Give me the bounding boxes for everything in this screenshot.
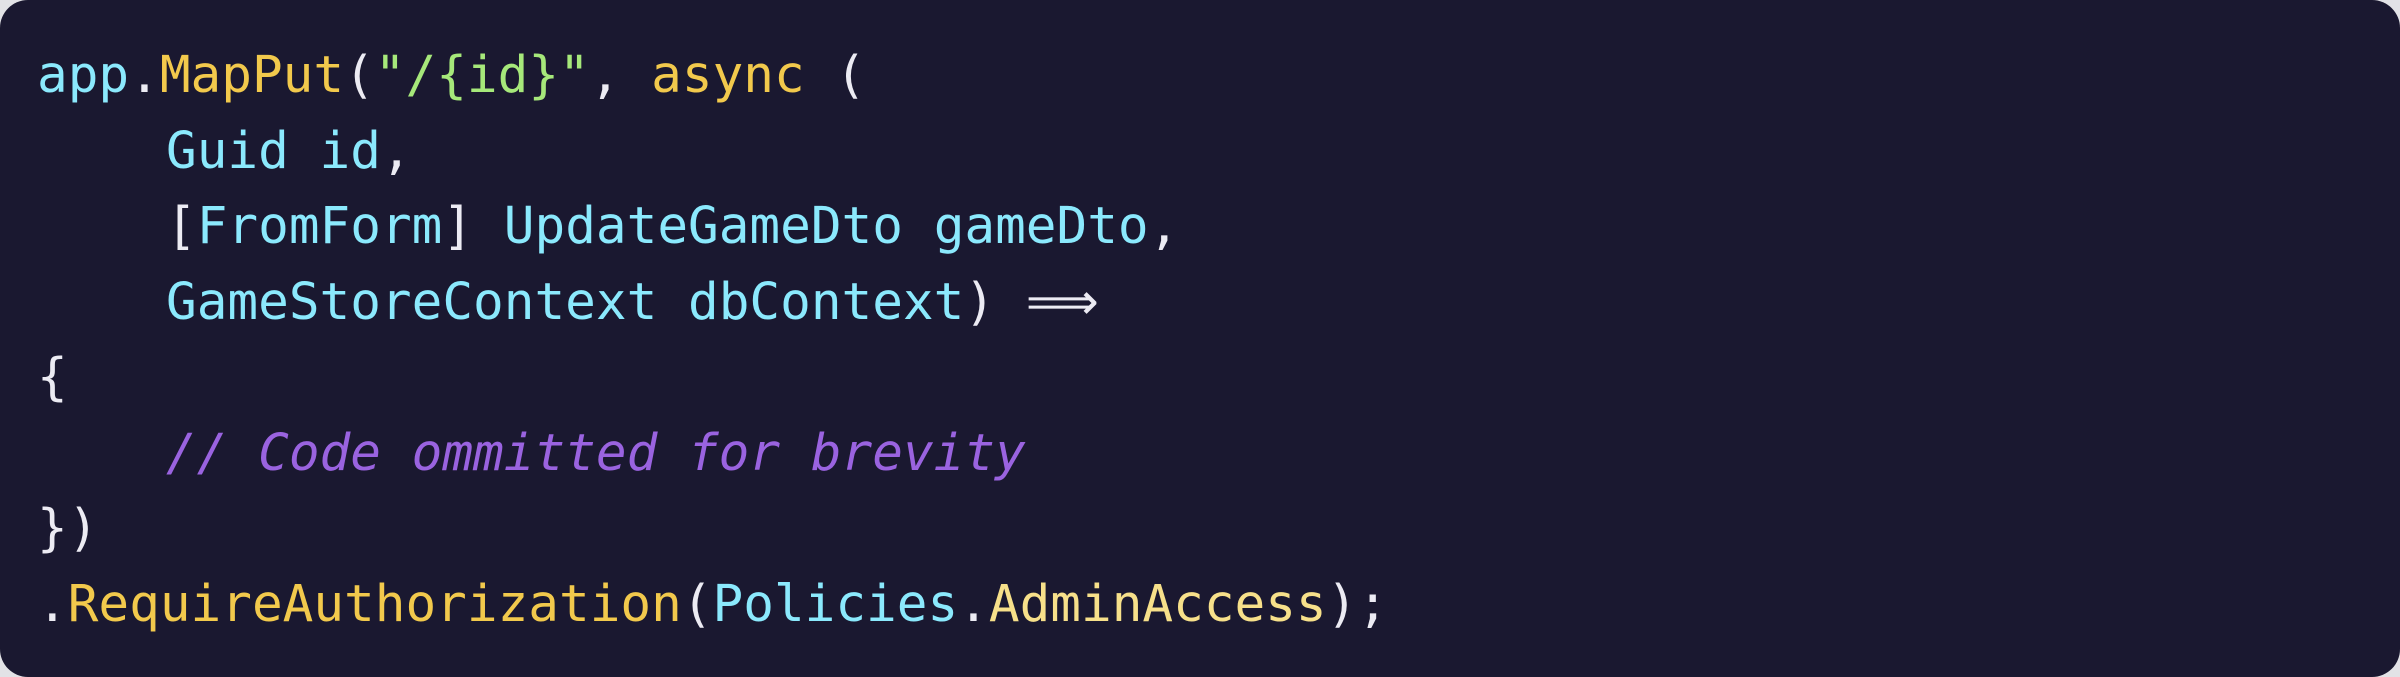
lambda-arrow-token: ⟹: [1025, 272, 1099, 332]
member-adminaccess: AdminAccess: [988, 574, 1327, 634]
param-gamedto: gameDto: [933, 197, 1149, 256]
comma-token: ,: [589, 46, 621, 105]
dot-token: .: [37, 574, 68, 634]
lambda-open-paren: (: [835, 46, 867, 105]
code-block: app.MapPut("/{id}", async ( Guid id, [Fr…: [0, 0, 2400, 677]
close-bracket-token: ]: [442, 197, 474, 256]
class-policies: Policies: [712, 574, 959, 634]
method-mapput: MapPut: [159, 46, 345, 105]
type-gamestorecontext: GameStoreContext: [166, 272, 658, 332]
code-line-6: // Code ommitted for brevity: [37, 416, 2400, 492]
open-paren-token: (: [681, 574, 713, 634]
comma-token: ,: [1148, 197, 1180, 256]
dot-token: .: [129, 46, 160, 105]
code-line-8: .RequireAuthorization(Policies.AdminAcce…: [37, 567, 2400, 643]
param-id: id: [319, 121, 381, 181]
code-line-5: {: [37, 340, 2400, 416]
code-line-1: app.MapPut("/{id}", async (: [37, 38, 2400, 114]
code-comment: // Code ommitted for brevity: [166, 423, 1026, 483]
method-requireauthorization: RequireAuthorization: [67, 574, 682, 634]
param-dbcontext: dbContext: [688, 272, 965, 332]
close-paren-token: ): [964, 272, 996, 332]
attribute-fromform: FromForm: [196, 197, 443, 256]
identifier-app: app: [37, 46, 130, 105]
code-line-2: Guid id,: [37, 114, 2400, 190]
close-brace-paren-token: }): [37, 499, 99, 558]
type-updategamedto: UpdateGameDto: [503, 197, 903, 256]
comma-token: ,: [380, 121, 412, 181]
code-line-4: GameStoreContext dbContext) ⟹: [37, 265, 2400, 341]
async-keyword: async: [651, 46, 805, 105]
open-paren-token: (: [344, 46, 375, 105]
open-brace-token: {: [37, 348, 68, 407]
route-string: "/{id}": [374, 46, 590, 105]
code-line-7: }): [37, 491, 2400, 567]
type-guid: Guid: [166, 121, 289, 181]
dot-token: .: [958, 574, 989, 634]
open-bracket-token: [: [166, 197, 197, 256]
close-paren-semicolon-token: );: [1326, 574, 1389, 634]
code-line-3: [FromForm] UpdateGameDto gameDto,: [37, 189, 2400, 265]
